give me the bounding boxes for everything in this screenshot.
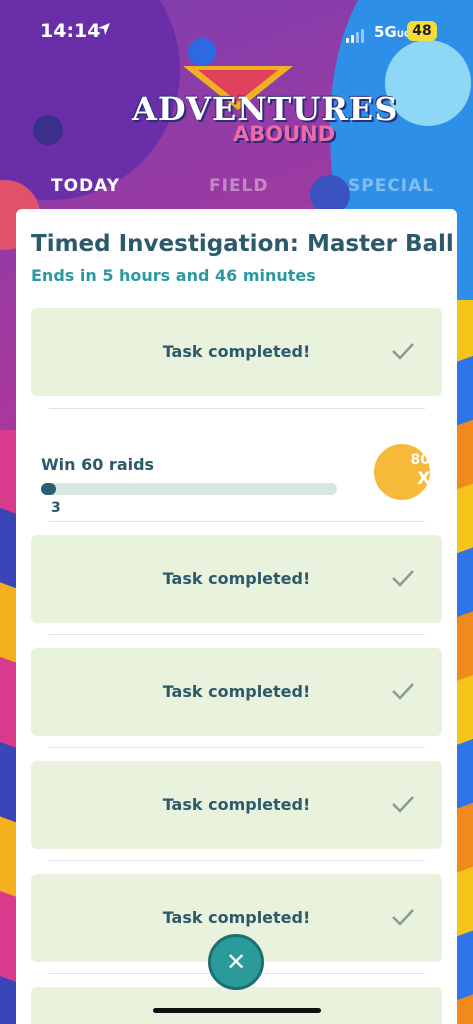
checkmark-icon [392,343,414,360]
checkmark-icon [392,909,414,926]
battery-indicator: 48 [407,21,437,41]
task-completed-label: Task completed! [162,342,311,361]
task-completed[interactable]: Task completed! [31,761,442,849]
task-completed[interactable]: Task completed! [31,535,442,623]
network-type: 5GUC [374,23,411,41]
location-arrow-icon [98,23,110,35]
task-name: Win 60 raids [41,455,155,474]
cell-signal-icon [346,24,366,43]
task-completed-partial[interactable] [31,987,442,1024]
task-completed-label: Task completed! [162,569,311,588]
task-completed[interactable]: Task completed! [31,648,442,736]
task-progress-count: 3 [51,500,61,516]
divider [49,521,425,522]
status-time: 14:14 [40,20,101,42]
investigation-title: Timed Investigation: Master Ball [31,231,454,257]
tab-special[interactable]: SPECIAL [348,176,434,196]
task-progress-fill [41,483,56,495]
home-indicator[interactable] [153,1008,321,1013]
tab-bar: TODAY FIELD SPECIAL [0,176,473,200]
divider [49,747,425,748]
reward-unit: XP [417,469,443,489]
divider [49,860,425,861]
investigation-card: Timed Investigation: Master Ball Ends in… [16,209,457,1024]
close-icon: ✕ [225,948,247,976]
tab-today[interactable]: TODAY [51,176,120,196]
logo-text-line2: ABOUND [233,122,336,146]
divider [49,408,425,409]
close-button[interactable]: ✕ [208,934,264,990]
tab-field[interactable]: FIELD [209,176,269,196]
checkmark-icon [392,683,414,700]
app-screen: 14:14 5GUC 48 ADVENTURES ABOUND TODAY FI… [0,0,473,1024]
task-completed-label: Task completed! [162,795,311,814]
bg-blob [33,115,63,145]
task-progress-bar [41,483,337,495]
task-completed-label: Task completed! [162,682,311,701]
task-completed-label: Task completed! [162,908,311,927]
task-open[interactable]: Win 60 raids 3 8000 XP [31,441,449,521]
investigation-timer: Ends in 5 hours and 46 minutes [31,266,316,285]
divider [49,634,425,635]
task-completed[interactable]: Task completed! [31,308,442,396]
checkmark-icon [392,796,414,813]
checkmark-icon [392,570,414,587]
reward-amount: 8000 [410,452,450,468]
adventures-abound-logo: ADVENTURES ABOUND [128,62,397,152]
status-bar: 14:14 5GUC 48 [0,0,473,60]
xp-reward-badge: 8000 XP [374,444,449,500]
